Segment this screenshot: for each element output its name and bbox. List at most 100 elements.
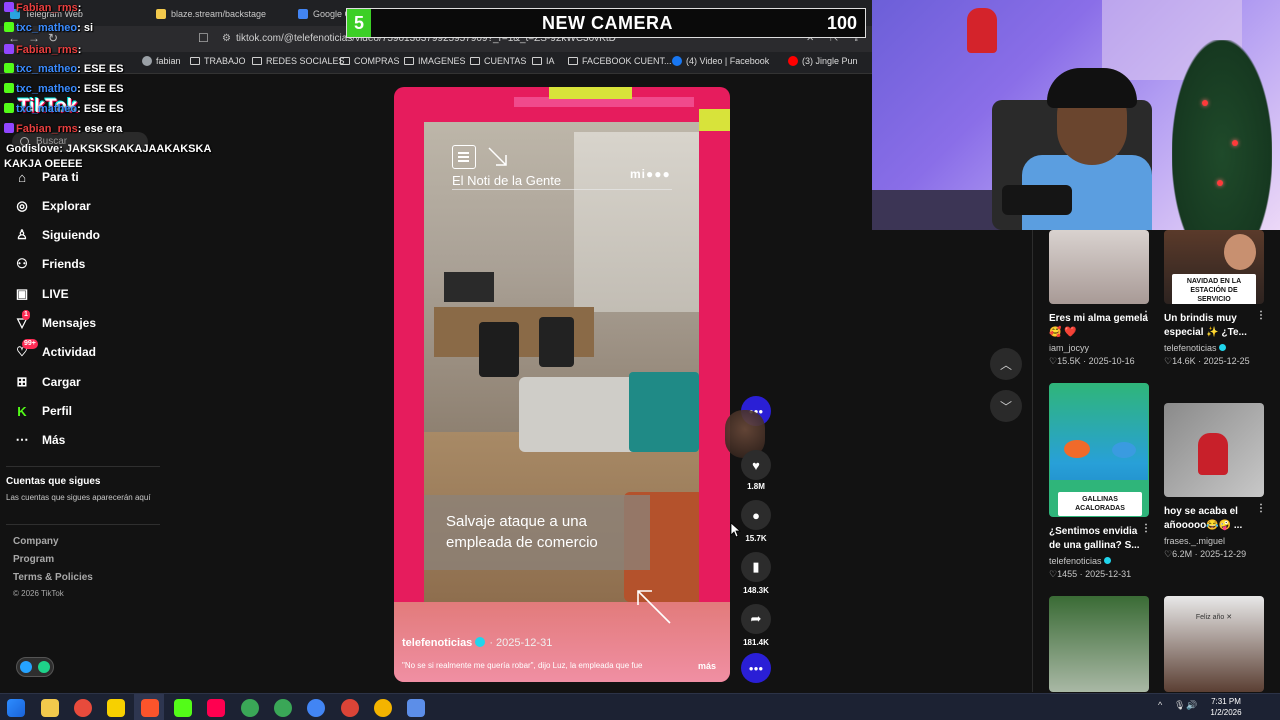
thumb-chicken — [1112, 442, 1136, 458]
more-options-icon[interactable]: ⋮ — [1256, 503, 1266, 514]
folder-icon — [340, 57, 350, 65]
folder-icon — [404, 57, 414, 65]
tray-chevron-icon[interactable]: ^ — [1158, 700, 1162, 710]
suggested-video-title[interactable]: hoy se acaba el añooooo😂🤪 ... — [1164, 505, 1264, 533]
suggested-video-author[interactable]: telefenoticias — [1164, 343, 1226, 353]
video-brand-line — [452, 189, 672, 190]
video-author[interactable]: telefenoticias · 2025-12-31 — [402, 637, 552, 649]
bookmark-item[interactable]: (4) Video | Facebook — [672, 56, 769, 66]
sidebar-item-explorar[interactable]: ◎ Explorar — [14, 193, 174, 219]
calculator-icon[interactable] — [407, 699, 425, 717]
bookmarks-bar: fabian TRABAJO REDES SOCIALES COMPRAS IMAGEN… — [0, 52, 872, 74]
scroll-up-button[interactable]: ︿ — [990, 348, 1022, 380]
chat-text: ESE ES — [83, 83, 124, 95]
globe-icon — [142, 56, 152, 66]
sidebar-item-siguiendo[interactable]: ♙ Siguiendo — [14, 222, 174, 248]
system-clock[interactable]: 7:31 PM 1/2/2026 — [1196, 696, 1256, 718]
suggested-video-title[interactable]: ¿Sentimos envidia de una gallina? S... — [1049, 525, 1149, 553]
chat-message: txc_matheo: ESE ES — [4, 63, 124, 75]
bookmark-item[interactable]: TRABAJO — [190, 56, 246, 66]
sidebar-item-label: Mensajes — [42, 316, 97, 330]
sidebar-item-mensajes[interactable]: ▽ 1 Mensajes — [14, 310, 174, 336]
sidebar-item-cargar[interactable]: ⊞ Cargar — [14, 369, 174, 395]
bookmark-item[interactable]: REDES SOCIALES — [252, 56, 345, 66]
suggested-video-title[interactable]: Un brindis muy especial ✨ ¿Te... — [1164, 312, 1264, 340]
heart-outline-icon: ♡ — [1164, 356, 1173, 366]
windows-start-icon[interactable] — [7, 699, 25, 717]
file-explorer-icon[interactable] — [41, 699, 59, 717]
video-author-name[interactable]: telefenoticias — [402, 637, 472, 649]
chat-message: Godislove: JAKSKSKAKAJAAKAKSKA — [4, 143, 211, 155]
video-thumbnail[interactable] — [1049, 230, 1149, 304]
sidebar-item-label: Más — [42, 433, 66, 447]
site-info-icon[interactable]: ⚙ — [222, 33, 231, 44]
opera-icon[interactable] — [74, 699, 92, 717]
video-deco-block — [549, 87, 632, 99]
video-thumbnail[interactable]: NAVIDAD EN LA ESTACIÓN DE SERVICIO — [1164, 230, 1264, 304]
nav-glyph: ⌂ — [18, 169, 26, 185]
verified-icon — [1103, 557, 1111, 564]
room-chair — [539, 317, 574, 367]
tiktok-icon[interactable] — [207, 699, 225, 717]
sidebar-item-friends[interactable]: ⚇ Friends — [14, 251, 174, 277]
chat-username: Fabian_rms — [16, 2, 78, 14]
chrome-icon[interactable] — [241, 699, 259, 717]
sidebar-item-perfil[interactable]: K Perfil — [14, 398, 174, 424]
notification-badge: 1 — [22, 310, 30, 320]
more-options-icon[interactable]: ⋮ — [1256, 310, 1266, 321]
more-icon: ⋯ — [14, 432, 30, 448]
chrome-icon[interactable] — [341, 699, 359, 717]
sticky-notes-icon[interactable] — [107, 699, 125, 717]
room-armchair — [629, 372, 699, 452]
brave-browser-icon[interactable] — [141, 699, 159, 717]
share-button[interactable]: ➦ — [741, 604, 771, 634]
video-player[interactable]: El Noti de la Gente mi●●● Salvaje ataque… — [394, 87, 730, 682]
chat-message: txc_matheo: si — [4, 22, 93, 34]
toggle-right-icon — [38, 661, 50, 673]
bookmark-item[interactable]: fabian — [142, 56, 181, 66]
footer-program-link[interactable]: Program — [13, 554, 54, 565]
bookmark-item[interactable]: COMPRAS — [340, 56, 400, 66]
bookmark-item[interactable]: IA — [532, 56, 555, 66]
video-thumbnail[interactable] — [1164, 403, 1264, 497]
video-thumbnail[interactable]: GALLINAS ACALORADAS — [1049, 383, 1149, 517]
bookmark-item[interactable]: FACEBOOK CUENT... — [568, 56, 672, 66]
kick-icon[interactable] — [174, 699, 192, 717]
nav-glyph: K — [17, 403, 27, 419]
sidebar-item-más[interactable]: ⋯ Más — [14, 427, 174, 453]
bookmark-item[interactable]: (3) Jingle Pun — [788, 56, 858, 66]
comment-button[interactable]: ● — [741, 500, 771, 530]
suggested-video-author[interactable]: telefenoticias — [1049, 556, 1111, 566]
save-button[interactable]: ▮ — [741, 552, 771, 582]
video-description: "No se si realmente me quería robar", di… — [402, 661, 643, 670]
more-options-icon[interactable]: ⋮ — [1141, 523, 1151, 534]
like-button[interactable]: ♥ — [741, 450, 771, 480]
suggested-video-author[interactable]: frases._.miguel — [1164, 536, 1225, 546]
toggle-left-icon — [20, 661, 32, 673]
bookmark-item[interactable]: CUENTAS — [470, 56, 526, 66]
more-options-icon[interactable]: ⋮ — [1141, 310, 1151, 321]
microphone-icon[interactable]: 🎙 — [1174, 700, 1185, 711]
suggested-video-title[interactable]: Eres mi alma gemela🥰 ❤️ — [1049, 312, 1149, 340]
sidebar-item-actividad[interactable]: ♡ 99+ Actividad — [14, 339, 174, 365]
sidebar-item-live[interactable]: ▣ LIVE — [14, 281, 174, 307]
room-window — [574, 132, 699, 312]
chrome-icon[interactable] — [274, 699, 292, 717]
video-more-link[interactable]: más — [698, 661, 716, 671]
suggested-video-author[interactable]: iam_jocyy — [1049, 343, 1089, 353]
chat-text: ESE ES — [83, 103, 124, 115]
browser-tab[interactable]: blaze.stream/backstage — [156, 4, 294, 24]
footer-company-link[interactable]: Company — [13, 536, 59, 547]
chrome-icon[interactable] — [307, 699, 325, 717]
footer-terms-link[interactable]: Terms & Policies — [13, 572, 93, 583]
theme-toggle[interactable] — [16, 657, 54, 677]
bookmark-icon[interactable]: ☐ — [198, 31, 209, 45]
scroll-down-button[interactable]: ﹀ — [990, 390, 1022, 422]
video-thumbnail[interactable]: Feliz año ✕ — [1164, 596, 1264, 692]
chrome-icon[interactable] — [374, 699, 392, 717]
bookmark-item[interactable]: IMAGENES — [404, 56, 466, 66]
music-disc[interactable]: ●●● — [741, 653, 771, 683]
suggested-video-stats: ♡ 1455 · 2025-12-31 — [1049, 569, 1131, 580]
mouse-cursor-icon — [730, 522, 742, 538]
video-thumbnail[interactable] — [1049, 596, 1149, 692]
